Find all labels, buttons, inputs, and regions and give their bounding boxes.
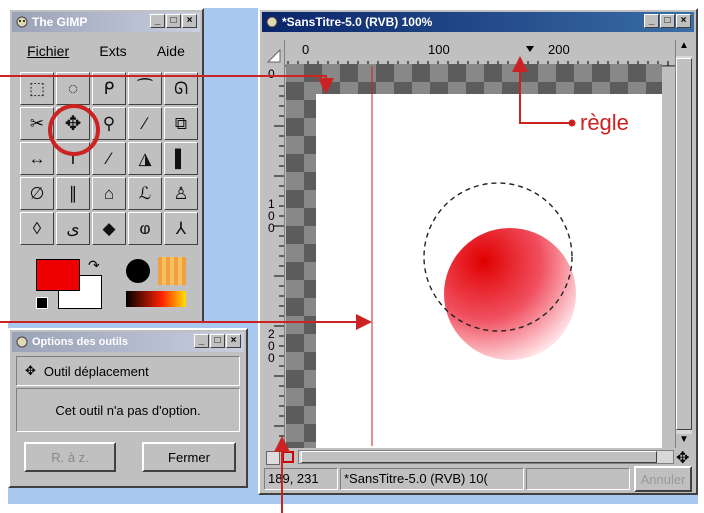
foreground-color-swatch[interactable]	[36, 259, 80, 291]
maximize-icon[interactable]: □	[660, 14, 675, 28]
navigate-icon[interactable]: ✥	[676, 448, 689, 468]
coords-field: 189, 231	[264, 468, 338, 490]
vruler-label-0: 0	[268, 67, 275, 81]
magnify-icon[interactable]: ⚲	[92, 107, 126, 140]
smudge-icon[interactable]: ⱷ	[128, 212, 162, 245]
scroll-thumb[interactable]	[676, 58, 692, 430]
ink-icon[interactable]: ﻯ	[56, 212, 90, 245]
color-area: ↷	[22, 253, 198, 315]
coords-text: 189, 231	[268, 471, 319, 486]
minimize-icon[interactable]: _	[150, 14, 165, 28]
dodge-icon[interactable]: ◆	[92, 212, 126, 245]
blur-icon[interactable]: ◊	[20, 212, 54, 245]
vertical-scrollbar[interactable]: ▲ ▼	[675, 40, 692, 450]
vruler-label-100: 1 0 0	[268, 197, 275, 235]
pencil-icon[interactable]: ∅	[20, 177, 54, 210]
horizontal-ruler-ticks	[284, 46, 678, 66]
brush-preview[interactable]	[126, 259, 150, 283]
ruler-label-100: 100	[428, 42, 450, 57]
gradient-preview[interactable]	[126, 291, 186, 307]
eraser-icon[interactable]: ⌂	[92, 177, 126, 210]
ruler-label-200: 200	[548, 42, 570, 57]
tool-name: Outil déplacement	[43, 363, 149, 379]
hscroll-thumb[interactable]	[301, 451, 657, 463]
image-title: *SansTitre-5.0 (RVB) 100%	[282, 15, 433, 29]
gimp-icon	[16, 336, 28, 348]
move-icon[interactable]: ✥	[56, 107, 90, 140]
crop-icon[interactable]: ∕	[128, 107, 162, 140]
toolbox-menubar: Fichier Exts Aide	[12, 34, 200, 68]
cancel-button[interactable]: Annuler	[634, 466, 692, 492]
measure-icon[interactable]: ⅄	[164, 212, 198, 245]
minimize-icon[interactable]: _	[194, 334, 209, 348]
flip-icon[interactable]: ↔	[20, 142, 54, 175]
ruler-label-0: 0	[302, 42, 310, 57]
quickmask-on-icon[interactable]	[282, 451, 294, 463]
paintbrush-icon[interactable]: ∥	[56, 177, 90, 210]
ruler-pointer-icon	[526, 46, 534, 52]
airbrush-icon[interactable]: ℒ	[128, 177, 162, 210]
bucket-fill-icon[interactable]: ◮	[128, 142, 162, 175]
maximize-icon[interactable]: □	[210, 334, 225, 348]
menu-exts[interactable]: Exts	[95, 41, 130, 61]
clone-icon[interactable]: ♙	[164, 177, 198, 210]
menu-fichier[interactable]: Fichier	[23, 41, 73, 61]
maximize-icon[interactable]: □	[166, 14, 181, 28]
image-bottom-bar: ✥ 189, 231 *SansTitre-5.0 (RVB) 10( Annu…	[262, 448, 694, 492]
swap-colors-icon[interactable]: ↷	[88, 257, 100, 274]
ellipse-select-icon[interactable]: ◌	[56, 72, 90, 105]
reset-button[interactable]: R. à z.	[24, 442, 116, 472]
bezier-select-icon[interactable]: ᘏ	[164, 72, 198, 105]
gradient-icon[interactable]: ▌	[164, 142, 198, 175]
tool-options-titlebar[interactable]: Options des outils _ □ ×	[12, 332, 244, 352]
scroll-up-icon[interactable]: ▲	[676, 40, 692, 56]
quickmask-off-icon[interactable]	[266, 451, 280, 465]
tool-options-title: Options des outils	[32, 336, 128, 348]
status-text: *SansTitre-5.0 (RVB) 10(	[344, 471, 488, 486]
red-sphere	[444, 228, 576, 360]
vertical-ruler[interactable]: 0 1 0 0 2 0 0	[264, 66, 285, 450]
minimize-icon[interactable]: _	[644, 14, 659, 28]
free-select-icon[interactable]: ᑭ	[92, 72, 126, 105]
horizontal-scrollbar[interactable]	[298, 450, 674, 464]
toolbox-window: The GIMP _ □ × Fichier Exts Aide ⬚ ◌ ᑭ ⁀ ᘏ ✂ ✥…	[8, 8, 204, 323]
no-options-message: Cet outil n'a pas d'option.	[55, 402, 201, 418]
ruler-corner[interactable]	[264, 40, 285, 66]
tool-name-frame: ✥ Outil déplacement	[16, 356, 240, 386]
options-frame: Cet outil n'a pas d'option.	[16, 388, 240, 432]
tool-grid: ⬚ ◌ ᑭ ⁀ ᘏ ✂ ✥ ⚲ ∕ ⧉ ↔ T ⁄ ◮ ▌ ∅ ∥ ⌂ ℒ ♙ ◊ ﻯ ◆ ⱷ ⅄	[20, 72, 200, 245]
close-icon[interactable]: ×	[226, 334, 241, 348]
scissors-icon[interactable]: ✂	[20, 107, 54, 140]
rect-select-icon[interactable]: ⬚	[20, 72, 54, 105]
gimp-icon	[266, 16, 278, 28]
vertical-ruler-ticks	[274, 75, 284, 447]
horizontal-ruler[interactable]: 0 100 200	[284, 40, 678, 67]
transform-icon[interactable]: ⧉	[164, 107, 198, 140]
menu-aide[interactable]: Aide	[153, 41, 189, 61]
close-icon[interactable]: ×	[676, 14, 691, 28]
progress-field	[526, 468, 630, 490]
ruler-annotation: règle	[580, 110, 629, 135]
toolbox-title: The GIMP	[32, 15, 88, 29]
fuzzy-select-icon[interactable]: ⁀	[128, 72, 162, 105]
image-titlebar[interactable]: *SansTitre-5.0 (RVB) 100% _ □ ×	[262, 12, 694, 32]
text-icon[interactable]: T	[56, 142, 90, 175]
color-picker-icon[interactable]: ⁄	[92, 142, 126, 175]
default-colors-icon[interactable]	[36, 297, 48, 309]
toolbox-titlebar[interactable]: The GIMP _ □ ×	[12, 12, 200, 32]
close-icon[interactable]: ×	[182, 14, 197, 28]
move-icon: ✥	[25, 363, 36, 378]
tool-options-window: Options des outils _ □ × ✥ Outil déplace…	[8, 328, 248, 488]
status-field: *SansTitre-5.0 (RVB) 10(	[340, 468, 524, 490]
close-button[interactable]: Fermer	[142, 442, 236, 472]
gimp-icon	[16, 16, 28, 28]
vruler-label-200: 2 0 0	[268, 327, 275, 365]
pattern-preview[interactable]	[158, 257, 186, 285]
